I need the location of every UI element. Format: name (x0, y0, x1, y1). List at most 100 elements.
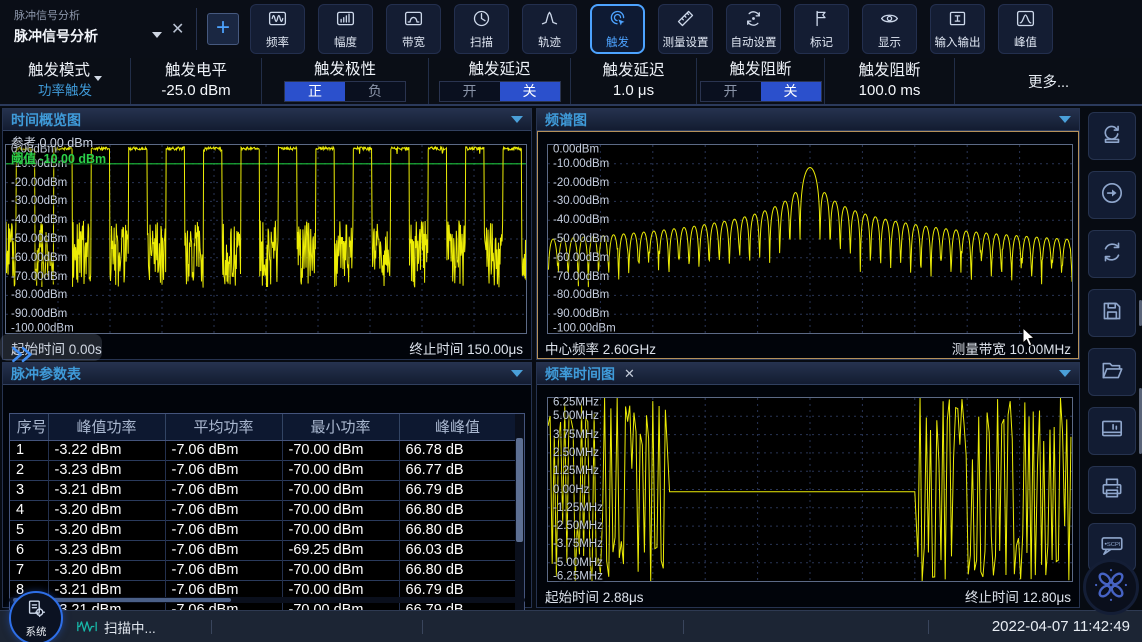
table-row[interactable]: 1-3.22 dBm-7.06 dBm-70.00 dBm66.78 dB (10, 440, 516, 460)
trigger-holdoff-switch-label: 触发阻断 (729, 60, 791, 80)
expand-chevrons-icon[interactable] (8, 346, 38, 363)
table-cell: -70.00 dBm (282, 500, 399, 520)
trigger-delay-value: 1.0 μs (613, 81, 654, 101)
divider (196, 8, 197, 50)
sidebar-preset-button[interactable] (1088, 112, 1136, 160)
toolbar-button-label: 显示 (878, 34, 901, 50)
panel-collapse-caret-icon[interactable] (511, 370, 523, 377)
table-cell: -7.06 dBm (165, 560, 282, 580)
freq-time-chart[interactable]: 6.25MHz5.00MHz3.75MHz2.50MHz1.25MHz0.00H… (537, 385, 1079, 585)
peak-icon (1015, 8, 1036, 32)
table-cell: -3.20 dBm (48, 560, 165, 580)
panel-collapse-caret-icon[interactable] (1059, 116, 1071, 123)
table-cell: 66.80 dB (399, 520, 516, 540)
trigger-mode-value: 功率触发 (38, 81, 92, 101)
table-cell: 3 (10, 480, 48, 500)
toolbar-bandwidth-button[interactable]: 带宽 (386, 4, 441, 54)
toggle-option-off[interactable]: 关 (500, 82, 560, 101)
divider (211, 620, 212, 634)
toolbar-button-label: 带宽 (402, 34, 425, 50)
mouse-cursor (1022, 327, 1036, 348)
toggle-option-positive[interactable]: 正 (285, 82, 345, 101)
toolbar-amplitude-button[interactable]: 幅度 (318, 4, 373, 54)
sidebar-open-file-button[interactable] (1088, 348, 1136, 396)
table-row[interactable]: 2-3.23 dBm-7.06 dBm-70.00 dBm66.77 dB (10, 460, 516, 480)
toolbar-io-button[interactable]: 输入输出 (930, 4, 985, 54)
trace-icon (539, 8, 560, 32)
table-horizontal-scrollbar[interactable] (9, 597, 525, 603)
trigger-holdoff-toggle: 开 关 (700, 81, 822, 102)
spectrum-chart[interactable]: 0.00dBm-10.00dBm-20.00dBm-30.00dBm-40.00… (537, 131, 1079, 337)
column-header: 序号 (10, 414, 48, 440)
bandwidth-icon (403, 8, 424, 32)
toolbar-frequency-button[interactable]: 频率 (250, 4, 305, 54)
toolbar-measure-setup-button[interactable]: 测量设置 (658, 4, 713, 54)
table-row[interactable]: 3-3.21 dBm-7.06 dBm-70.00 dBm66.79 dB (10, 480, 516, 500)
add-measurement-button[interactable]: + (207, 13, 239, 45)
toolbar-peak-button[interactable]: 峰值 (998, 4, 1053, 54)
time-overview-chart[interactable]: 参考 0.00 dBm 阈值 -10.00 dBm 0.00dBm-10.00d… (3, 131, 531, 337)
toggle-option-on[interactable]: 开 (440, 82, 500, 101)
sidebar-run-continue-button[interactable] (1088, 171, 1136, 219)
table-cell: 6 (10, 540, 48, 560)
nav-hub-button[interactable] (1083, 559, 1139, 615)
trigger-icon (607, 8, 628, 32)
pulse-table-panel: 脉冲参数表 序号峰值功率平均功率最小功率峰峰值 1-3.22 dBm-7.06 … (2, 362, 532, 608)
spectrum-panel: 频谱图 0.00dBm-10.00dBm-20.00dBm-30.00dBm-4… (536, 108, 1080, 360)
trigger-level-field[interactable]: 触发电平 -25.0 dBm (131, 58, 262, 104)
table-cell: -7.06 dBm (165, 440, 282, 460)
tab-close-icon[interactable]: ✕ (171, 19, 184, 39)
column-header: 平均功率 (165, 414, 282, 440)
system-button[interactable]: 系统 (9, 591, 63, 642)
toolbar-button-label: 轨迹 (538, 34, 561, 50)
toggle-option-on[interactable]: 开 (701, 82, 761, 101)
table-cell: -7.06 dBm (165, 520, 282, 540)
table-row[interactable]: 6-3.23 dBm-7.06 dBm-69.25 dBm66.03 dB (10, 540, 516, 560)
measurement-tab[interactable]: 脉冲信号分析 脉冲信号分析 ✕ + (0, 0, 250, 58)
table-row[interactable]: 4-3.20 dBm-7.06 dBm-70.00 dBm66.80 dB (10, 500, 516, 520)
sweep-icon (471, 8, 492, 32)
time-overview-panel: 时间概览图 参考 0.00 dBm 阈值 -10.00 dBm 0.00dBm-… (2, 108, 532, 360)
more-settings-button[interactable]: 更多... (955, 58, 1142, 104)
sidebar-refresh-button[interactable] (1088, 230, 1136, 278)
panel-collapse-caret-icon[interactable] (511, 116, 523, 123)
trigger-settings-row: 触发模式 功率触发 触发电平 -25.0 dBm 触发极性 正 负 触发延迟 开… (0, 58, 1142, 106)
freq-time-plot[interactable]: 6.25MHz5.00MHz3.75MHz2.50MHz1.25MHz0.00H… (547, 397, 1073, 582)
toolbar-display-button[interactable]: 显示 (862, 4, 917, 54)
toggle-option-off[interactable]: 关 (761, 82, 821, 101)
toolbar-trace-button[interactable]: 轨迹 (522, 4, 577, 54)
scanning-waveform-icon (76, 619, 98, 634)
panel-collapse-caret-icon[interactable] (1059, 370, 1071, 377)
spectrum-plot[interactable]: 0.00dBm-10.00dBm-20.00dBm-30.00dBm-40.00… (547, 144, 1073, 334)
scrollbar-thumb[interactable] (516, 438, 523, 542)
panel-close-icon[interactable]: ✕ (624, 366, 635, 382)
spectrum-titlebar: 频谱图 (537, 109, 1079, 131)
save-icon (1099, 298, 1125, 329)
table-row[interactable]: 7-3.20 dBm-7.06 dBm-70.00 dBm66.80 dB (10, 560, 516, 580)
print-icon (1099, 475, 1125, 506)
toolbar-trigger-button[interactable]: 触发 (590, 4, 645, 54)
measurement-tab-title: 脉冲信号分析 (14, 26, 98, 46)
time-overview-plot[interactable]: 0.00dBm-10.00dBm-20.00dBm-30.00dBm-40.00… (5, 144, 527, 334)
table-cell: -70.00 dBm (282, 560, 399, 580)
trigger-holdoff-value-field[interactable]: 触发阻断 100.0 ms (825, 58, 955, 104)
table-vertical-scrollbar[interactable] (515, 414, 524, 618)
sidebar-save-button[interactable] (1088, 289, 1136, 337)
sidebar-display-window-button[interactable] (1088, 407, 1136, 455)
toolbar-auto-setup-button[interactable]: 自动设置 (726, 4, 781, 54)
toolbar-marker-button[interactable]: 标记 (794, 4, 849, 54)
toolbar-button-label: 自动设置 (731, 34, 777, 50)
table-row[interactable]: 5-3.20 dBm-7.06 dBm-70.00 dBm66.80 dB (10, 520, 516, 540)
tab-dropdown-caret-icon[interactable] (152, 32, 162, 38)
toolbar-sweep-button[interactable]: 扫描 (454, 4, 509, 54)
center-frequency-readout: 中心频率 2.60GHz (545, 338, 656, 358)
column-header: 峰峰值 (399, 414, 516, 440)
trigger-delay-value-field[interactable]: 触发延迟 1.0 μs (571, 58, 697, 104)
toggle-option-negative[interactable]: 负 (345, 82, 405, 101)
sidebar-print-button[interactable] (1088, 466, 1136, 514)
display-eye-icon (879, 8, 900, 32)
panel-title: 频谱图 (545, 110, 587, 130)
frequency-icon (267, 8, 288, 32)
toolbar-button-label: 频率 (266, 34, 289, 50)
trigger-mode-field[interactable]: 触发模式 功率触发 (0, 58, 131, 104)
